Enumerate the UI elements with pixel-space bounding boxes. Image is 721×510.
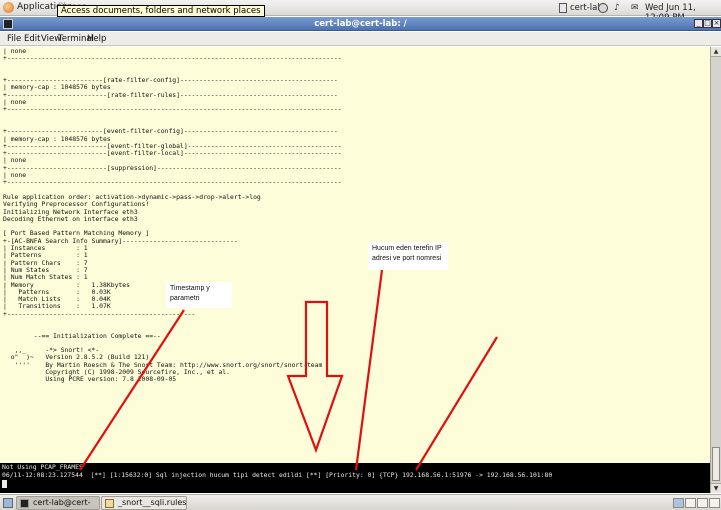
menu-file[interactable]: File	[7, 34, 21, 44]
close-button[interactable]: ×	[712, 19, 721, 28]
terminal-area[interactable]: | none +--------------------------------…	[0, 47, 710, 463]
menu-bar: File Edit View Terminal Help	[0, 32, 721, 46]
scroll-up-arrow-icon[interactable]: ▲	[711, 47, 721, 57]
terminal-cursor	[2, 480, 7, 488]
timestamp-annotation: Timestamp y parametri	[166, 282, 232, 308]
scroll-down-arrow-icon[interactable]: ▼	[711, 483, 721, 493]
workspace-2[interactable]	[685, 498, 696, 508]
show-desktop-icon[interactable]	[3, 498, 13, 508]
workspace-4[interactable]	[709, 498, 720, 508]
terminal-alert-area[interactable]: Not Using PCAP_FRAMES 06/11-12:08:23.127…	[0, 463, 710, 493]
attacker-ip-annotation: Hucum eden terefin IP adresi ve port nom…	[368, 242, 448, 270]
minimize-button[interactable]: _	[694, 19, 703, 28]
notification-icon[interactable]: ✉	[631, 3, 639, 13]
maximize-button[interactable]: □	[703, 19, 712, 28]
volume-icon[interactable]: ♪	[614, 3, 620, 13]
text-editor-icon	[105, 499, 114, 508]
top-panel: Applications Places Access documents, fo…	[0, 0, 721, 23]
taskbar-terminal[interactable]: cert-lab@cert-lab: /	[16, 496, 100, 510]
menu-help[interactable]: Help	[87, 34, 106, 44]
taskbar-editor-label: _snort__sqli.rules (~/D...	[118, 498, 187, 507]
user-icon[interactable]	[559, 3, 567, 13]
terminal-icon	[20, 499, 29, 508]
gnome-foot-icon[interactable]	[3, 2, 14, 13]
terminal-output: | none +--------------------------------…	[3, 47, 342, 384]
window-title: cert-lab@cert-lab: /	[314, 19, 407, 29]
alert-output: Not Using PCAP_FRAMES 06/11-12:08:23.127…	[2, 463, 553, 479]
scroll-thumb[interactable]	[712, 447, 720, 481]
terminal-scrollbar[interactable]: ▲ ▼	[710, 47, 721, 493]
taskbar-terminal-label: cert-lab@cert-lab: /	[33, 498, 91, 507]
workspace-3[interactable]	[697, 498, 708, 508]
taskbar-editor[interactable]: _snort__sqli.rules (~/D...	[101, 496, 187, 510]
network-icon[interactable]	[598, 3, 608, 13]
menu-edit[interactable]: Edit	[24, 34, 40, 44]
window-title-bar[interactable]: cert-lab@cert-lab: / _ □ ×	[0, 17, 721, 31]
bottom-panel: cert-lab@cert-lab: / _snort__sqli.rules …	[0, 494, 721, 510]
workspace-1[interactable]	[673, 498, 684, 508]
places-tooltip: Access documents, folders and network pl…	[57, 5, 265, 17]
